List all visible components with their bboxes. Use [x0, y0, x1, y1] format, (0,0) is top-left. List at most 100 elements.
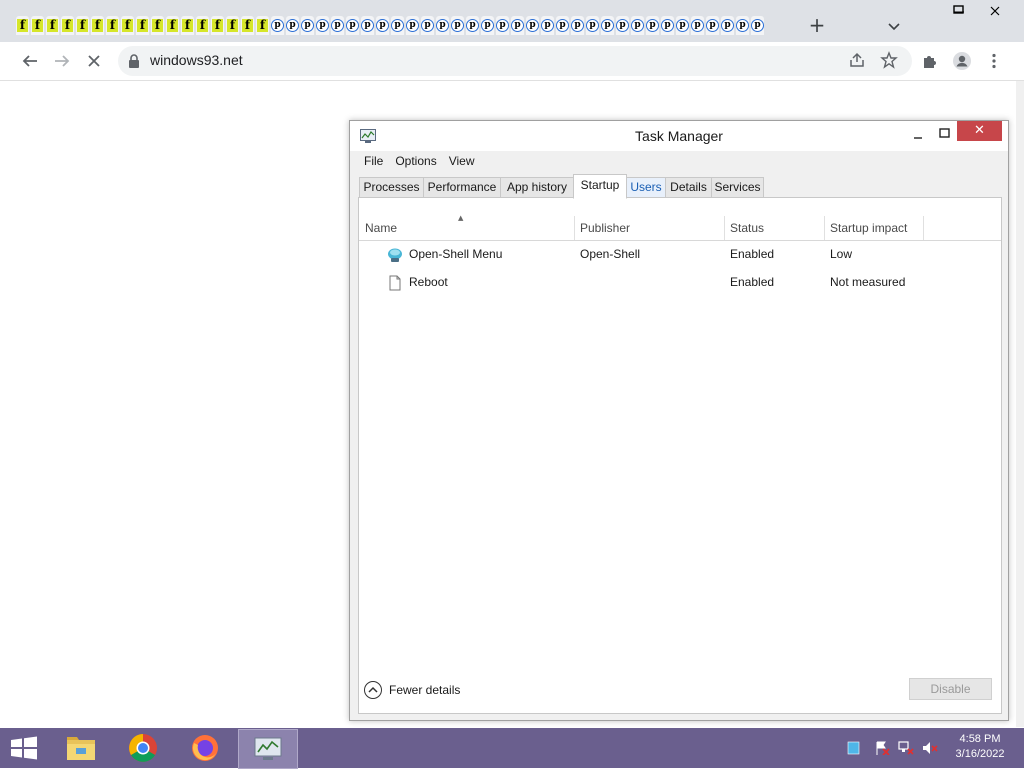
browser-tab[interactable]: p [631, 16, 644, 35]
back-button[interactable] [19, 50, 41, 72]
menu-view[interactable]: View [443, 151, 481, 171]
browser-tab[interactable]: f [31, 16, 44, 35]
browser-tab[interactable]: p [571, 16, 584, 35]
share-button[interactable] [848, 51, 866, 72]
browser-tab[interactable]: p [391, 16, 404, 35]
column-name[interactable]: Name [365, 221, 397, 235]
browser-tab[interactable]: p [751, 16, 764, 35]
column-divider[interactable] [923, 216, 924, 240]
menu-button[interactable] [983, 50, 1005, 72]
table-row[interactable]: Reboot Enabled Not measured [359, 270, 1001, 296]
stop-loading-button[interactable] [83, 50, 105, 72]
bookmark-button[interactable] [880, 51, 898, 72]
taskbar-file-explorer[interactable] [52, 729, 110, 767]
browser-tab[interactable]: f [91, 16, 104, 35]
browser-tab[interactable]: p [436, 16, 449, 35]
browser-tab[interactable]: p [271, 16, 284, 35]
disable-button[interactable]: Disable [909, 678, 992, 700]
browser-tab[interactable]: f [16, 16, 29, 35]
volume-muted-icon[interactable] [922, 741, 938, 755]
browser-tab[interactable]: p [361, 16, 374, 35]
browser-tab[interactable]: p [511, 16, 524, 35]
menu-options[interactable]: Options [389, 151, 442, 171]
page-scrollbar[interactable] [1016, 81, 1024, 727]
taskbar-firefox[interactable] [176, 729, 234, 767]
browser-tab[interactable]: p [301, 16, 314, 35]
tab-performance[interactable]: Performance [423, 177, 501, 198]
browser-tab[interactable]: p [406, 16, 419, 35]
browser-tab[interactable]: p [601, 16, 614, 35]
browser-tab[interactable]: f [151, 16, 164, 35]
browser-tab[interactable]: p [736, 16, 749, 35]
action-center-flag-icon[interactable] [874, 741, 890, 755]
browser-tab[interactable]: p [286, 16, 299, 35]
browser-tab[interactable]: f [181, 16, 194, 35]
taskbar-task-manager[interactable] [238, 729, 298, 769]
browser-tab[interactable]: p [661, 16, 674, 35]
profile-button[interactable] [951, 50, 973, 72]
browser-tab[interactable]: p [706, 16, 719, 35]
browser-tab[interactable]: f [196, 16, 209, 35]
column-divider[interactable] [724, 216, 725, 240]
browser-tab[interactable]: p [466, 16, 479, 35]
tab-processes[interactable]: Processes [359, 177, 424, 198]
browser-tab[interactable]: f [241, 16, 254, 35]
tab-services[interactable]: Services [711, 177, 764, 198]
browser-tab[interactable]: p [496, 16, 509, 35]
fewer-details-button[interactable]: Fewer details [364, 680, 460, 700]
column-status[interactable]: Status [730, 221, 764, 235]
title-bar[interactable]: Task Manager ✕ [350, 121, 1008, 151]
tab-search-button[interactable] [884, 16, 904, 36]
minimize-button[interactable] [906, 125, 930, 145]
browser-tab[interactable]: p [556, 16, 569, 35]
browser-tab[interactable]: f [166, 16, 179, 35]
new-tab-button[interactable]: + [806, 14, 828, 36]
tab-app-history[interactable]: App history [500, 177, 574, 198]
extensions-button[interactable] [919, 50, 941, 72]
browser-tab[interactable]: p [541, 16, 554, 35]
close-button[interactable]: ✕ [957, 121, 1002, 141]
column-divider[interactable] [824, 216, 825, 240]
browser-tab[interactable]: p [646, 16, 659, 35]
taskbar-chrome[interactable] [114, 729, 172, 767]
forward-button[interactable] [51, 50, 73, 72]
browser-tab[interactable]: f [211, 16, 224, 35]
browser-tab[interactable]: p [691, 16, 704, 35]
browser-tab[interactable]: p [481, 16, 494, 35]
browser-tab[interactable]: f [226, 16, 239, 35]
browser-tab[interactable]: p [346, 16, 359, 35]
browser-tab[interactable]: f [106, 16, 119, 35]
tab-startup[interactable]: Startup [573, 174, 627, 199]
browser-tab[interactable]: p [721, 16, 734, 35]
notification-icon[interactable] [846, 741, 862, 755]
browser-tab[interactable]: f [61, 16, 74, 35]
network-icon[interactable] [898, 741, 914, 755]
browser-tab[interactable]: p [586, 16, 599, 35]
browser-tab[interactable]: p [616, 16, 629, 35]
browser-tab[interactable]: p [421, 16, 434, 35]
browser-tab[interactable]: p [676, 16, 689, 35]
browser-tab[interactable]: p [526, 16, 539, 35]
address-bar[interactable]: windows93.net [118, 46, 912, 76]
browser-tab[interactable]: f [136, 16, 149, 35]
menu-file[interactable]: File [358, 151, 389, 171]
browser-tab[interactable]: p [316, 16, 329, 35]
maximize-window-button[interactable] [944, 0, 974, 24]
column-startup-impact[interactable]: Startup impact [830, 221, 907, 235]
browser-tab[interactable]: p [331, 16, 344, 35]
tab-users[interactable]: Users [626, 177, 666, 198]
column-publisher[interactable]: Publisher [580, 221, 630, 235]
maximize-button[interactable] [932, 125, 956, 145]
tab-details[interactable]: Details [665, 177, 712, 198]
browser-tab[interactable]: f [76, 16, 89, 35]
browser-tab[interactable]: p [376, 16, 389, 35]
start-button[interactable] [10, 736, 38, 760]
close-window-button[interactable] [980, 0, 1010, 24]
clock[interactable]: 4:58 PM 3/16/2022 [946, 732, 1014, 762]
table-row[interactable]: Open-Shell Menu Open-Shell Enabled Low [359, 242, 1001, 268]
browser-tab[interactable]: f [46, 16, 59, 35]
browser-tab[interactable]: f [121, 16, 134, 35]
browser-tab[interactable]: f [256, 16, 269, 35]
column-divider[interactable] [574, 216, 575, 240]
browser-tab[interactable]: p [451, 16, 464, 35]
